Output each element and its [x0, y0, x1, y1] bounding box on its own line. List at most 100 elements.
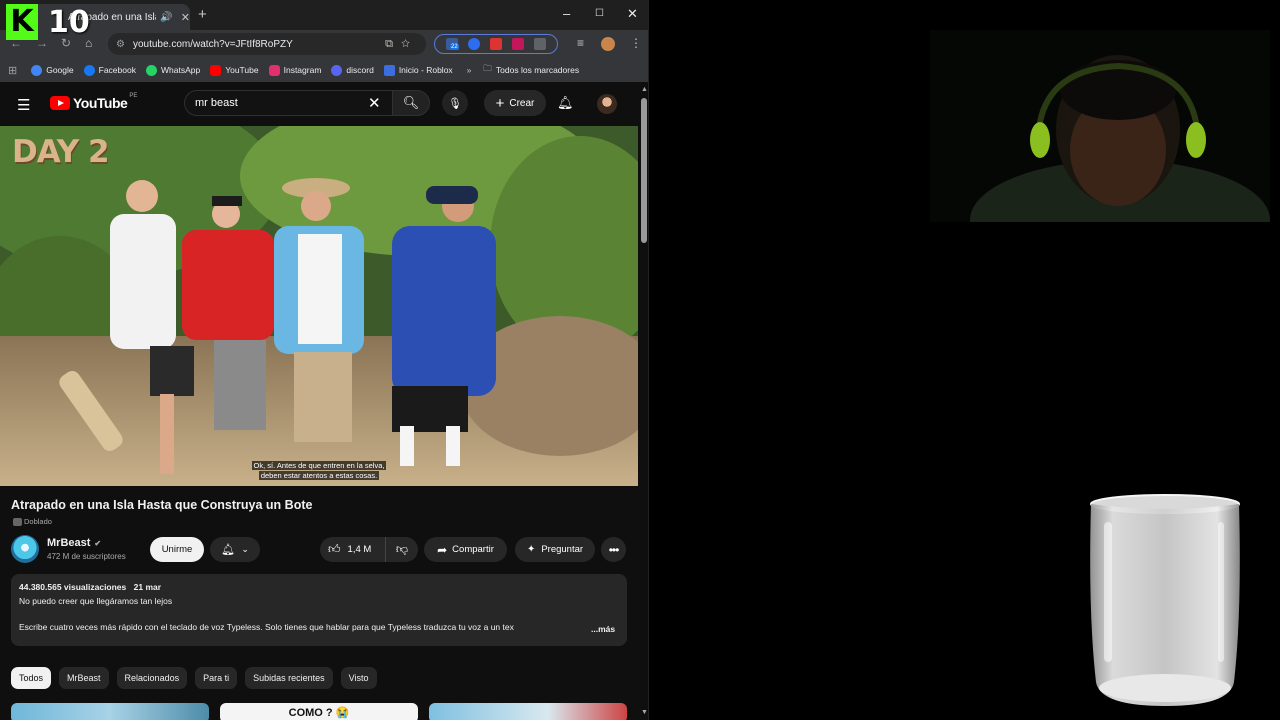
- channel-name[interactable]: MrBeast ✔: [47, 537, 101, 549]
- search-icon: 🔍︎: [402, 95, 420, 110]
- subscription-notifications-button[interactable]: 🔔︎ ⌄: [210, 537, 260, 562]
- video-player[interactable]: DAY 2 Ok, sí. Antes de que entren en la …: [0, 126, 638, 486]
- more-actions-button[interactable]: •••: [601, 537, 626, 562]
- youtube-logo[interactable]: YouTube PE: [50, 93, 138, 111]
- plus-icon: +: [495, 94, 505, 112]
- kick-logo: K: [6, 4, 38, 40]
- google-icon: [31, 64, 43, 76]
- join-button[interactable]: Unirme: [150, 537, 204, 562]
- video-frame: [0, 126, 638, 486]
- site-settings-icon[interactable]: ⚙: [116, 39, 125, 50]
- caption-line-2: deben estar atentos a estas cosas.: [258, 471, 380, 480]
- share-arrow-icon: ➦: [437, 542, 448, 557]
- recorder-extension-icon[interactable]: [490, 38, 502, 50]
- bookmark-whatsapp[interactable]: WhatsApp: [145, 64, 200, 76]
- thumbnail-text: COMO ? 😭: [288, 707, 350, 719]
- dislike-button[interactable]: 👎︎: [386, 542, 418, 557]
- folder-icon: 🗀: [483, 63, 492, 73]
- more-horizontal-icon: •••: [608, 542, 620, 557]
- kebab-menu-icon[interactable]: ⋮: [630, 36, 642, 50]
- channel-avatar[interactable]: [11, 535, 39, 563]
- bookmark-star-icon[interactable]: ⧉☆: [385, 38, 418, 51]
- extensions-group: 22: [434, 34, 558, 54]
- like-dislike-group: 👍︎ 1,4 M 👎︎: [320, 537, 418, 562]
- speaker-icon[interactable]: 🔊: [160, 12, 172, 23]
- verified-check-icon: ✔: [94, 538, 102, 548]
- bookmark-facebook[interactable]: Facebook: [83, 64, 136, 76]
- bookmark-google[interactable]: Google: [31, 64, 74, 76]
- puzzle-icon[interactable]: [534, 38, 546, 50]
- filter-chips: Todos MrBeast Relacionados Para ti Subid…: [11, 667, 385, 689]
- maximize-button[interactable]: ☐: [595, 8, 604, 19]
- ask-button[interactable]: ✦ Preguntar: [515, 537, 595, 562]
- chip-para-ti[interactable]: Para ti: [195, 667, 238, 689]
- notifications-bell-icon[interactable]: 🔔︎: [557, 95, 574, 111]
- thumbs-up-icon: 👍︎: [328, 542, 341, 556]
- description-text: Escribe cuatro veces más rápido con el t…: [19, 622, 514, 632]
- translate-extension-icon[interactable]: [468, 38, 480, 50]
- caption-line-1: Ok, sí. Antes de que entren en la selva,: [251, 461, 387, 470]
- youtube-header: ☰ YouTube PE mr beast ✕ 🔍︎ 🎙︎ + Crear 🔔︎: [0, 82, 640, 126]
- scrollbar-thumb[interactable]: [641, 98, 647, 243]
- bookmark-discord[interactable]: discord: [331, 64, 374, 76]
- chip-todos[interactable]: Todos: [11, 667, 52, 689]
- share-button[interactable]: ➦ Compartir: [424, 537, 507, 562]
- view-count: 44.380.565 visualizaciones: [19, 582, 127, 592]
- tab-strip: Atrapado en una Isla Hasta 🔊 ✕ + – ☐ ✕: [0, 0, 648, 30]
- search-button[interactable]: 🔍︎: [392, 90, 430, 116]
- profile-avatar[interactable]: [601, 37, 615, 51]
- minimize-button[interactable]: –: [563, 6, 570, 21]
- more-bookmarks-icon[interactable]: »: [467, 65, 472, 75]
- stream-overlay: K 10: [6, 4, 90, 40]
- hamburger-menu-icon[interactable]: ☰: [17, 96, 30, 114]
- create-button[interactable]: + Crear: [484, 90, 546, 116]
- show-more-link[interactable]: ...más: [588, 624, 616, 634]
- chip-relacionados[interactable]: Relacionados: [116, 667, 188, 689]
- chevron-down-icon: ⌄: [241, 544, 249, 554]
- description-box[interactable]: 44.380.565 visualizaciones 21 mar No pue…: [11, 574, 627, 646]
- chip-subidas-recientes[interactable]: Subidas recientes: [245, 667, 333, 689]
- search-query: mr beast: [195, 97, 238, 109]
- youtube-icon: [210, 64, 222, 76]
- glass-icon: [1090, 494, 1240, 706]
- scroll-down-arrow-icon[interactable]: ▼: [640, 709, 648, 716]
- description-headline: No puedo creer que llegáramos tan lejos: [19, 596, 173, 606]
- url-text: youtube.com/watch?v=JFtIf8RoPZY: [132, 38, 293, 50]
- chip-visto[interactable]: Visto: [340, 667, 377, 689]
- search-input[interactable]: mr beast: [184, 90, 392, 116]
- extension-badge: 22: [450, 44, 459, 50]
- bookmark-youtube[interactable]: YouTube: [210, 64, 259, 76]
- browser-window: Atrapado en una Isla Hasta 🔊 ✕ + – ☐ ✕ K…: [0, 0, 649, 720]
- reading-list-icon[interactable]: ≡: [577, 36, 584, 50]
- roblox-icon: [383, 64, 395, 76]
- video-title: Atrapado en una Isla Hasta que Construya…: [11, 498, 313, 512]
- video-thumbnail[interactable]: [11, 703, 209, 720]
- upload-date: 21 mar: [133, 582, 162, 592]
- video-thumbnail[interactable]: [429, 703, 627, 720]
- youtube-play-icon: [50, 96, 70, 110]
- new-tab-button[interactable]: +: [198, 6, 207, 23]
- clear-search-icon[interactable]: ✕: [368, 94, 381, 112]
- adblock-extension-icon[interactable]: [512, 38, 524, 50]
- region-code: PE: [129, 93, 138, 99]
- address-bar[interactable]: ⚙ youtube.com/watch?v=JFtIf8RoPZY ⧉☆: [108, 33, 426, 55]
- discord-icon: [331, 64, 343, 76]
- apps-grid-icon[interactable]: ⊞: [8, 64, 17, 77]
- video-thumbnail[interactable]: COMO ? 😭: [220, 703, 418, 720]
- bookmark-roblox[interactable]: Inicio - Roblox: [383, 64, 453, 76]
- microphone-icon: 🎙︎: [448, 97, 462, 110]
- like-button[interactable]: 👍︎ 1,4 M: [320, 537, 386, 562]
- scroll-up-arrow-icon[interactable]: ▲: [640, 86, 648, 93]
- chip-mrbeast[interactable]: MrBeast: [59, 667, 109, 689]
- bookmark-instagram[interactable]: Instagram: [268, 64, 321, 76]
- close-window-button[interactable]: ✕: [627, 6, 638, 22]
- voice-search-button[interactable]: 🎙︎: [442, 90, 468, 116]
- dubbed-icon: [13, 517, 22, 526]
- tab-close-icon[interactable]: ✕: [181, 11, 190, 24]
- instagram-icon: [268, 64, 280, 76]
- extension-icon[interactable]: 22: [446, 38, 459, 50]
- overlay-count: 10: [48, 4, 90, 40]
- all-bookmarks-folder[interactable]: 🗀 Todos los marcadores: [483, 63, 579, 77]
- dubbed-badge: Doblado: [13, 517, 52, 526]
- user-avatar[interactable]: [597, 94, 617, 114]
